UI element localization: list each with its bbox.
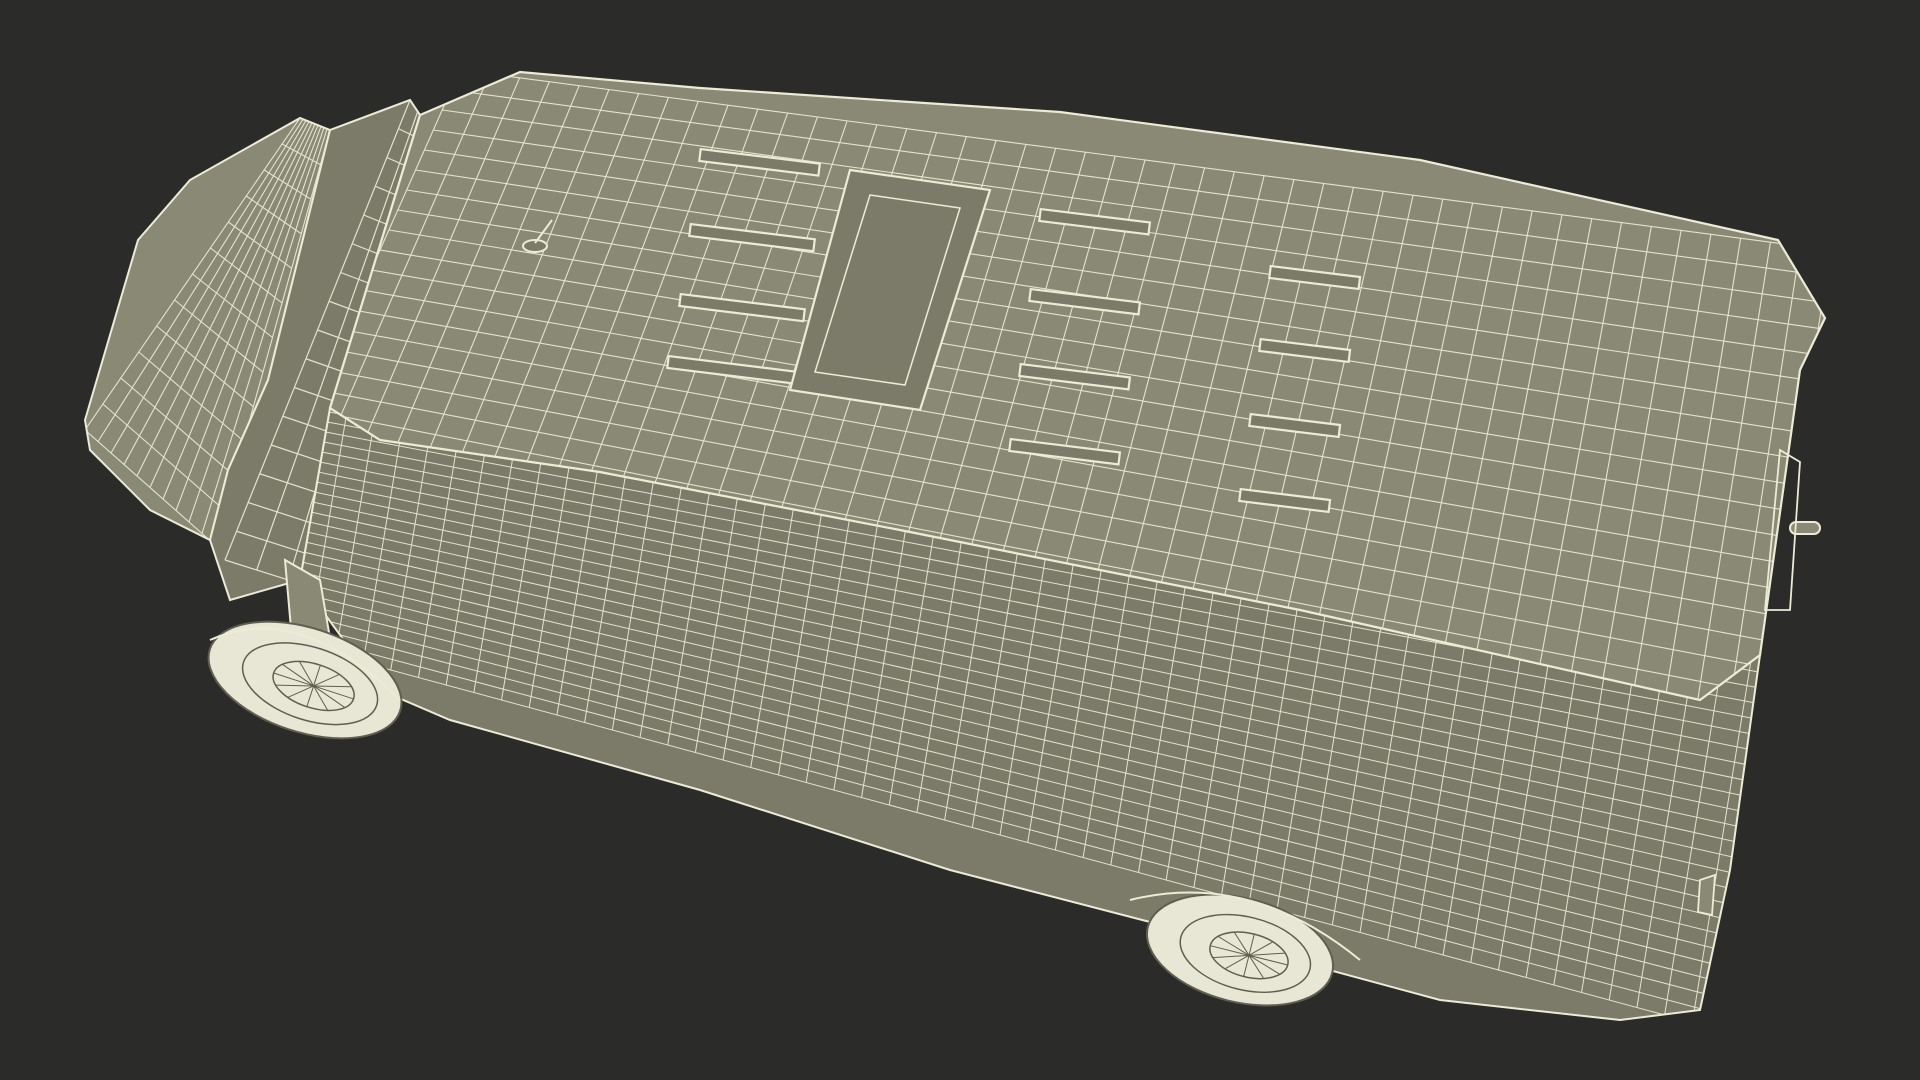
rear-bumper-corner bbox=[1697, 873, 1716, 917]
van-wireframe bbox=[83, 70, 1827, 1022]
viewport bbox=[0, 0, 1920, 1080]
